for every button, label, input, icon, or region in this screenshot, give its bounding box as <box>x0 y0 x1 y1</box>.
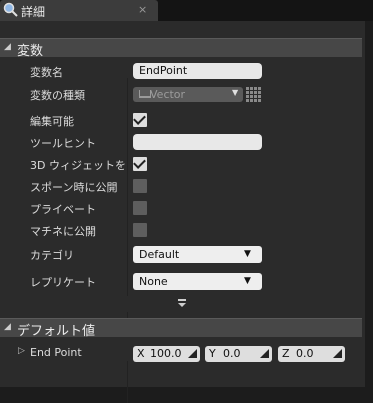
editable-checkbox[interactable] <box>133 113 147 127</box>
axis-label-z: Z <box>282 347 290 360</box>
field-label: 変数名 <box>30 66 63 79</box>
column-divider <box>127 78 128 320</box>
row-category: カテゴリ Default ▼ <box>0 243 362 265</box>
field-label: マチネに公開 <box>30 225 96 238</box>
category-dropdown[interactable]: Default ▼ <box>133 246 262 263</box>
field-label: End Point <box>30 346 82 359</box>
section-header-defaults[interactable]: ◢ デフォルト値 <box>0 318 362 339</box>
tooltip-input[interactable] <box>133 134 262 150</box>
vector-z-value: 0.0 <box>296 347 314 360</box>
section-title: 変数 <box>17 44 44 59</box>
details-panel: ◢ 変数 変数名 EndPoint 変数の種類 Vector ▼ 編集可能 ツー… <box>0 21 365 403</box>
chevron-down-icon: ▼ <box>244 249 251 259</box>
field-label: スポーン時に公開 <box>30 181 118 194</box>
row-private: プライベート <box>0 197 362 219</box>
row-tooltip: ツールヒント <box>0 131 362 153</box>
spin-icon <box>333 349 342 358</box>
variable-type-dropdown[interactable]: Vector ▼ <box>133 87 243 102</box>
row-expose-on-spawn: スポーン時に公開 <box>0 175 362 197</box>
row-expose-to-matinee: マチネに公開 <box>0 219 362 241</box>
vector-y-value: 0.0 <box>223 347 241 360</box>
row-replication: レプリケート None ▼ <box>0 270 362 292</box>
row-3d-widget: 3D ウィジェットを <box>0 153 362 175</box>
axis-label-x: X <box>137 347 145 360</box>
3d-widget-checkbox[interactable] <box>133 157 147 171</box>
vector-z-field[interactable]: Z 0.0 <box>278 346 345 362</box>
scrollbar-track[interactable] <box>365 21 373 387</box>
column-divider <box>127 361 128 403</box>
vector-y-field[interactable]: Y 0.0 <box>205 346 272 362</box>
expand-arrow-icon <box>178 299 186 307</box>
chevron-down-icon: ▼ <box>232 88 239 97</box>
tab-bar: 詳細 × <box>0 0 373 21</box>
row-variable-name: 変数名 EndPoint <box>0 60 362 82</box>
variable-name-value: EndPoint <box>139 64 188 77</box>
chevron-down-icon: ▼ <box>244 276 251 286</box>
collapse-triangle-icon: ◢ <box>4 322 11 332</box>
field-label: カテゴリ <box>30 249 74 262</box>
expand-triangle-icon[interactable]: ▷ <box>18 346 25 356</box>
section-title: デフォルト値 <box>17 324 96 339</box>
row-editable: 編集可能 <box>0 109 362 131</box>
spin-icon <box>260 349 269 358</box>
variable-name-input[interactable]: EndPoint <box>133 63 262 79</box>
row-variable-type: 変数の種類 Vector ▼ <box>0 83 362 105</box>
field-label: プライベート <box>30 203 96 216</box>
expose-to-matinee-checkbox[interactable] <box>133 223 147 237</box>
field-label: 3D ウィジェットを <box>30 159 125 172</box>
field-label: ツールヒント <box>30 137 96 150</box>
expose-on-spawn-checkbox[interactable] <box>133 179 147 193</box>
field-label: 編集可能 <box>30 115 74 128</box>
advanced-expander[interactable] <box>0 296 362 312</box>
vector-x-value: 100.0 <box>150 347 182 360</box>
spin-icon <box>188 349 197 358</box>
grid-icon[interactable] <box>246 87 261 102</box>
variable-type-value: Vector <box>150 88 186 101</box>
vector-x-field[interactable]: X 100.0 <box>133 346 200 362</box>
field-label: 変数の種類 <box>30 89 85 102</box>
details-tab[interactable]: 詳細 × <box>0 0 158 21</box>
details-icon <box>3 2 18 17</box>
close-icon[interactable]: × <box>138 3 147 16</box>
replication-dropdown[interactable]: None ▼ <box>133 273 262 290</box>
section-header-variable[interactable]: ◢ 変数 <box>0 38 362 59</box>
axis-label-y: Y <box>209 347 216 360</box>
private-checkbox[interactable] <box>133 201 147 215</box>
field-label: レプリケート <box>30 276 96 289</box>
category-value: Default <box>139 248 180 261</box>
replication-value: None <box>139 275 168 288</box>
tab-title: 詳細 <box>21 5 46 19</box>
collapse-triangle-icon: ◢ <box>4 42 11 52</box>
